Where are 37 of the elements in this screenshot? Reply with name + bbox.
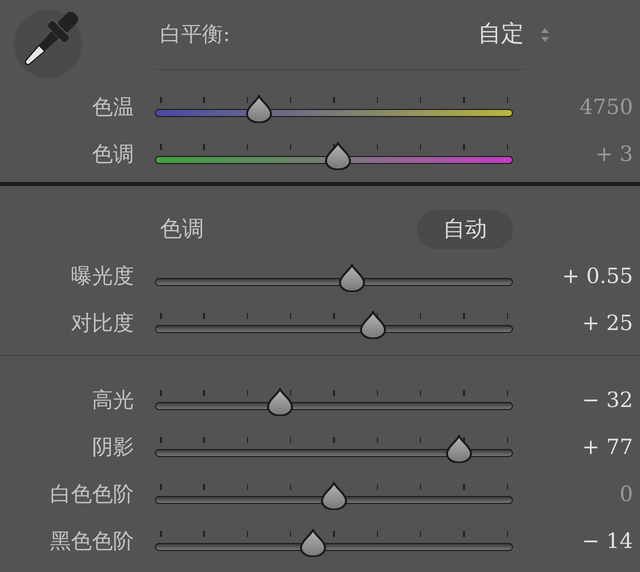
slider-value: + 0.55 [560, 262, 633, 290]
slider-label: 阴影 [91, 434, 134, 461]
slider-value: 4750 [578, 94, 633, 121]
slider-thumb[interactable] [338, 264, 366, 292]
slider-track[interactable] [155, 528, 513, 556]
slider-track[interactable] [155, 140, 513, 168]
slider-track[interactable] [155, 262, 513, 290]
section-label: 白平衡: [159, 20, 230, 48]
slider-track[interactable] [155, 94, 513, 122]
slider-value: + 3 [594, 140, 633, 168]
slider-thumb[interactable] [244, 94, 273, 122]
slider-value: + 77 [581, 434, 633, 461]
slider-label: 对比度 [70, 310, 134, 337]
slider-thumb[interactable] [298, 528, 327, 556]
slider-track[interactable] [155, 434, 513, 462]
slider-value: − 32 [581, 386, 633, 414]
auto-button[interactable]: 自动 [417, 210, 513, 249]
slider-thumb[interactable] [359, 310, 388, 338]
preset-dropdown[interactable]: 自定 [478, 17, 550, 52]
slider-value: + 25 [581, 310, 633, 337]
section-title: 色调 [159, 216, 204, 244]
slider-label: 高光 [91, 386, 134, 414]
slider-value: − 14 [581, 528, 633, 555]
slider-label: 曝光度 [70, 262, 134, 290]
slider-thumb[interactable] [324, 142, 352, 170]
slider-label: 色调 [91, 140, 134, 168]
slider-track[interactable] [155, 480, 513, 508]
slider-label: 白色色阶 [49, 480, 134, 508]
slider-thumb[interactable] [320, 482, 348, 510]
slider-track[interactable] [155, 310, 513, 338]
slider-label: 黑色色阶 [49, 528, 134, 555]
up-down-icon [540, 26, 550, 42]
slider-thumb[interactable] [266, 388, 294, 416]
slider-value: 0 [618, 480, 633, 508]
slider-label: 色温 [91, 94, 134, 121]
slider-track[interactable] [155, 386, 513, 414]
slider-thumb[interactable] [445, 434, 474, 462]
